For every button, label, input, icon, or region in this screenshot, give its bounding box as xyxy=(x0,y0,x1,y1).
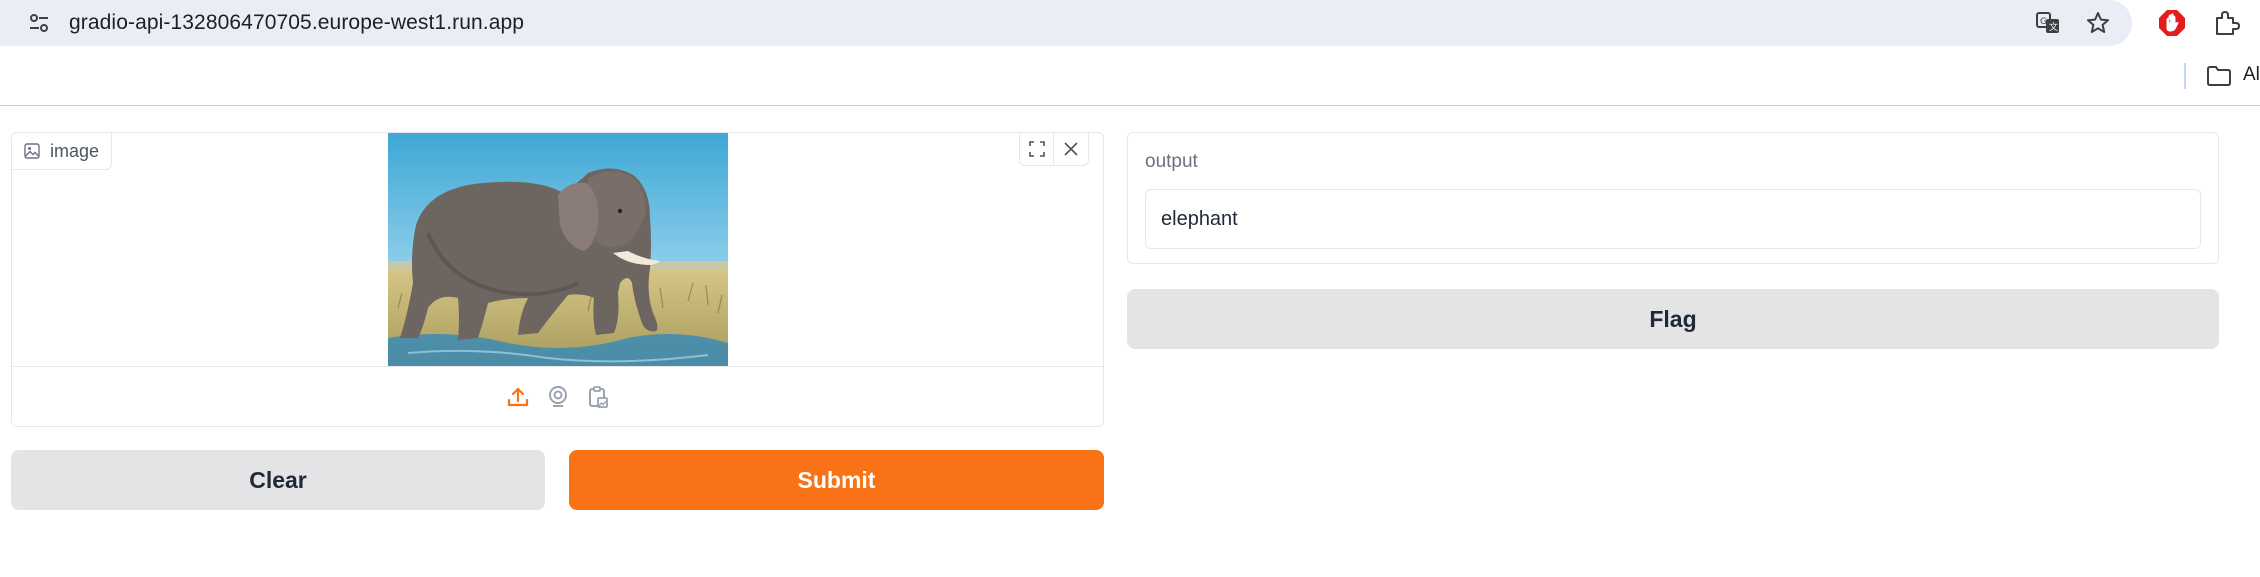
upload-icon xyxy=(507,387,528,407)
image-preview xyxy=(388,133,728,366)
image-source-selector xyxy=(12,366,1103,427)
image-toolbar xyxy=(1019,133,1089,167)
clipboard-icon xyxy=(588,386,608,408)
bookmarks-separator xyxy=(2184,63,2186,89)
output-label: output xyxy=(1145,151,1198,172)
submit-button[interactable]: Submit xyxy=(569,450,1104,510)
clear-button[interactable]: Clear xyxy=(11,450,545,510)
star-icon[interactable] xyxy=(2083,8,2113,38)
fullscreen-icon xyxy=(1028,141,1045,157)
image-input-panel: image xyxy=(11,132,1104,427)
tune-icon[interactable] xyxy=(26,10,52,36)
browser-toolbar: gradio-api-132806470705.europe-west1.run… xyxy=(0,0,2260,46)
puzzle-extensions-icon[interactable] xyxy=(2209,6,2243,40)
address-bar[interactable]: gradio-api-132806470705.europe-west1.run… xyxy=(0,0,2132,46)
extension-red-icon[interactable] xyxy=(2155,6,2189,40)
svg-text:G: G xyxy=(2040,17,2047,27)
elephant-image xyxy=(388,133,728,366)
translate-icon[interactable]: G 文 xyxy=(2033,8,2063,38)
close-icon xyxy=(1064,142,1078,156)
bookmarks-folder-label[interactable]: Al xyxy=(2243,64,2260,86)
bookmarks-bar: Al xyxy=(0,46,2260,106)
output-textbox[interactable]: elephant xyxy=(1145,189,2201,249)
webcam-source-button[interactable] xyxy=(545,384,571,410)
folder-icon[interactable] xyxy=(2205,62,2233,90)
output-panel: output elephant xyxy=(1127,132,2219,264)
webcam-icon xyxy=(548,386,567,407)
image-block-label: image xyxy=(12,133,113,170)
url-text[interactable]: gradio-api-132806470705.europe-west1.run… xyxy=(69,9,524,37)
clear-image-button[interactable] xyxy=(1054,133,1089,166)
image-icon xyxy=(24,143,40,159)
upload-source-button[interactable] xyxy=(505,384,531,410)
image-label-text: image xyxy=(50,140,100,161)
flag-button[interactable]: Flag xyxy=(1127,289,2219,349)
output-value: elephant xyxy=(1161,207,1238,230)
svg-text:文: 文 xyxy=(2049,21,2058,33)
fullscreen-button[interactable] xyxy=(1019,133,1054,166)
clipboard-source-button[interactable] xyxy=(585,384,611,410)
